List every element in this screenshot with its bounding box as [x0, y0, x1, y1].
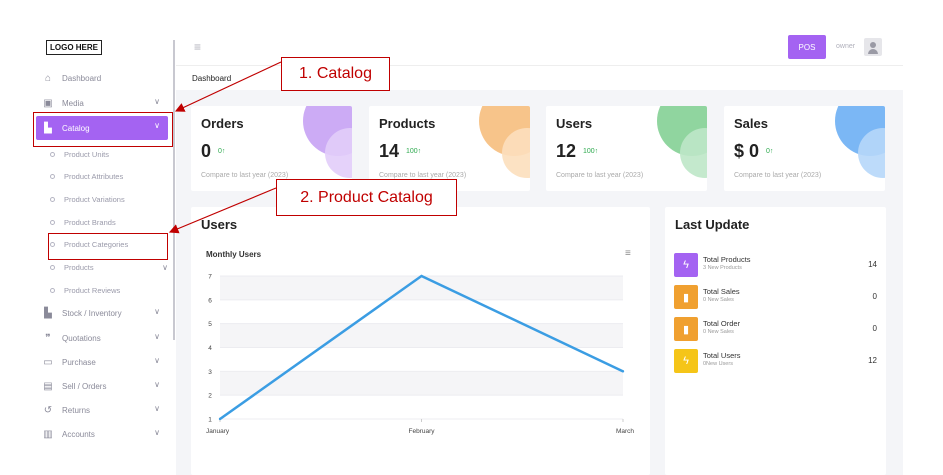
arrow-to-catalog — [174, 61, 282, 112]
annotation-arrows — [168, 61, 282, 234]
arrow-to-product-categories — [168, 187, 277, 234]
app-frame: LOGO HERE ⌂ Dashboard ▣ Media ∨ ▙ Catalo… — [0, 0, 943, 475]
